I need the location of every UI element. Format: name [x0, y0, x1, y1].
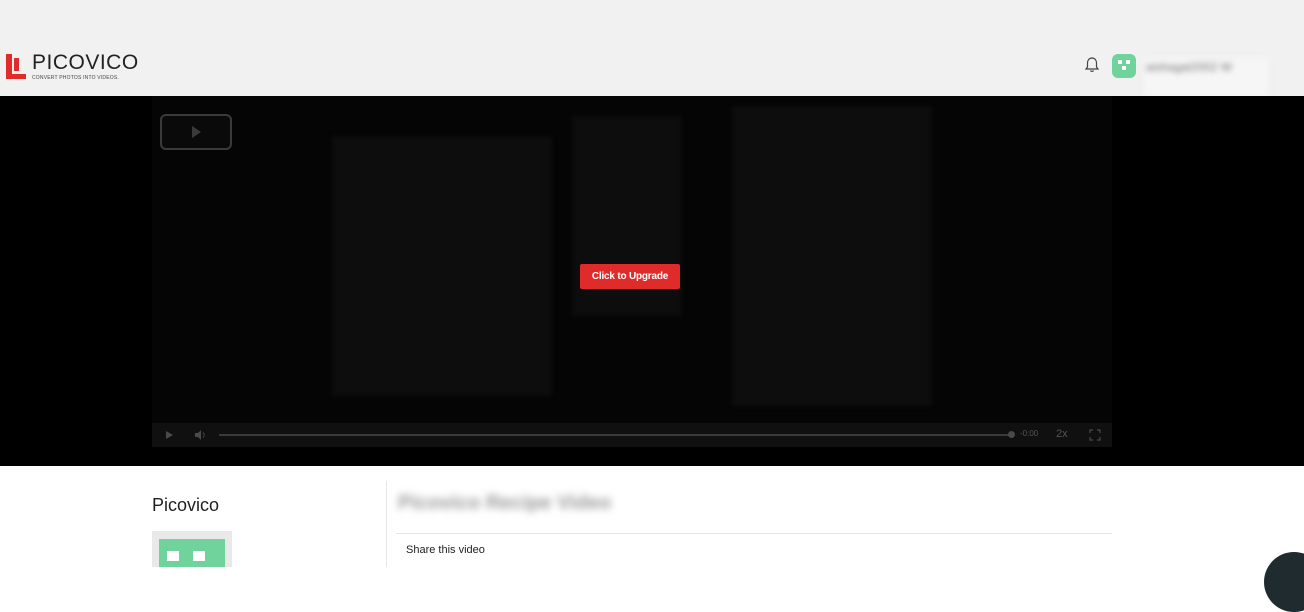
share-label: Share this video [406, 544, 485, 556]
progress-handle[interactable] [1008, 431, 1015, 438]
chat-widget-button[interactable] [1264, 552, 1304, 612]
top-header: PICOVICO CONVERT PHOTOS INTO VIDEOS. ais… [0, 0, 1304, 96]
volume-icon[interactable] [194, 429, 206, 441]
picovico-logo[interactable]: PICOVICO CONVERT PHOTOS INTO VIDEOS. [6, 52, 139, 81]
play-icon [192, 126, 201, 138]
fullscreen-icon[interactable] [1089, 429, 1101, 441]
video-title: Picovico Recipe Video [398, 492, 612, 514]
progress-bar[interactable] [219, 434, 1011, 436]
time-remaining: -0:00 [1020, 429, 1039, 438]
upgrade-button[interactable]: Click to Upgrade [580, 264, 680, 289]
username-label[interactable]: aishagal2002 W [1144, 58, 1268, 96]
title-divider [396, 533, 1112, 534]
video-player: Click to Upgrade -0:00 2x [0, 96, 1304, 466]
channel-name[interactable]: Picovico [152, 495, 219, 516]
user-avatar[interactable] [1112, 54, 1136, 78]
logo-mark-icon [6, 52, 26, 80]
channel-avatar[interactable] [152, 531, 232, 567]
big-play-button[interactable] [160, 114, 232, 150]
logo-title: PICOVICO [32, 51, 139, 74]
playback-speed-button[interactable]: 2x [1056, 428, 1068, 440]
column-divider [386, 481, 387, 567]
player-controls: -0:00 2x [152, 423, 1112, 447]
bell-icon[interactable] [1083, 56, 1101, 74]
logo-tagline: CONVERT PHOTOS INTO VIDEOS. [32, 75, 119, 81]
play-icon[interactable] [164, 430, 174, 440]
